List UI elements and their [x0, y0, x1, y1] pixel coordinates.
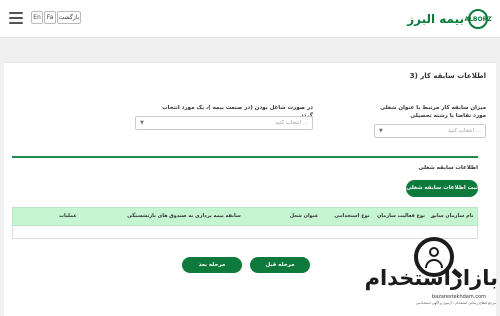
- top-header: En Fa بازگشت بیمه البرز ALBORZ: [0, 0, 500, 38]
- column-header: نوع فعالیت سازمان: [376, 213, 425, 219]
- column-header: نام سازمان سابق: [430, 213, 474, 219]
- watermark-url: bazarestekhdam.com: [431, 294, 486, 300]
- brand-logo[interactable]: بیمه البرز ALBORZ: [407, 8, 492, 30]
- job-history-subtitle: اطلاعات سابقه شغلی: [418, 165, 478, 171]
- experience-select[interactable]: انتخاب کنید ... ▼: [374, 124, 486, 138]
- chevron-down-icon: ▼: [140, 120, 144, 126]
- experience-label: میزان سابقه کار مرتبط با عنوان شغلی مورد…: [380, 105, 486, 119]
- section-divider: [12, 156, 478, 158]
- column-header: عنوان شغل: [289, 213, 319, 219]
- logo-text: بیمه البرز: [407, 12, 464, 26]
- watermark-caption: مرجع اطلاع رسانی استخدام ، آزمون و آگهی …: [415, 301, 496, 305]
- column-header: نوع استخدامی: [334, 213, 370, 219]
- next-step-button[interactable]: مرحله بعد: [182, 257, 242, 273]
- section-title: 3) اطلاعات سابقه کار: [409, 72, 486, 80]
- lang-en-button[interactable]: En: [31, 11, 43, 24]
- watermark-text: بازاراستخدام: [364, 266, 498, 290]
- job-history-table-header: نام سازمان سابق نوع فعالیت سازمان نوع اس…: [12, 207, 478, 226]
- insurance-industry-select[interactable]: انتخاب کنید ... ▼: [135, 116, 313, 130]
- experience-placeholder: انتخاب کنید ...: [448, 128, 481, 134]
- previous-step-button[interactable]: مرحله قبل: [250, 257, 310, 273]
- column-header: سابقه بیمه پردازی به صندوق های بازنشستگی: [127, 213, 241, 219]
- hamburger-menu-icon[interactable]: [9, 12, 23, 24]
- back-button[interactable]: بازگشت: [57, 11, 81, 24]
- column-header: عملیات: [59, 213, 77, 219]
- logo-mark-icon: ALBORZ: [464, 9, 492, 29]
- lang-fa-button[interactable]: Fa: [44, 11, 56, 24]
- job-history-table-body: [12, 226, 478, 239]
- chevron-down-icon: ▼: [379, 128, 383, 134]
- insurance-placeholder: انتخاب کنید ...: [275, 120, 308, 126]
- add-job-history-button[interactable]: ثبت اطلاعات سابقه شغلی: [406, 180, 478, 197]
